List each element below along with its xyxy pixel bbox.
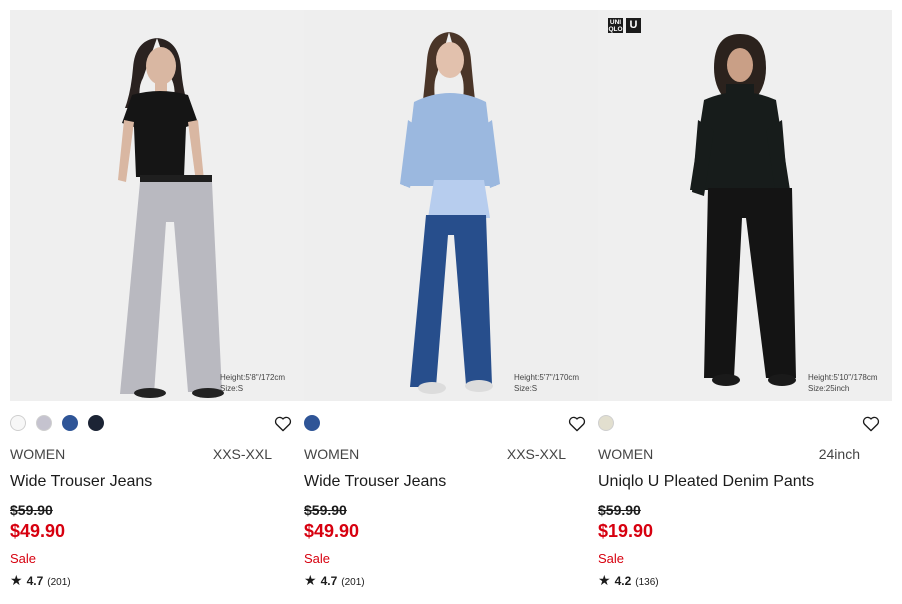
star-icon: ★	[598, 572, 611, 588]
sale-flag: Sale	[598, 551, 625, 566]
original-price: $59.90	[598, 502, 641, 518]
original-price: $59.90	[304, 502, 347, 518]
color-swatch[interactable]	[10, 415, 26, 431]
product-rating: ★ 4.7 (201)	[304, 572, 365, 589]
product-card[interactable]: UNI QLO U Height:5'10''/178cm Size:25inc…	[598, 10, 892, 604]
model-height: Height:5'8''/172cm	[220, 373, 286, 382]
color-swatch[interactable]	[88, 415, 104, 431]
product-size-range: 24inch	[818, 446, 860, 462]
color-swatches	[598, 415, 614, 431]
product-name[interactable]: Uniqlo U Pleated Denim Pants	[598, 473, 814, 491]
product-name[interactable]: Wide Trouser Jeans	[304, 473, 446, 491]
review-count: (201)	[341, 577, 365, 588]
model-height: Height:5'7''/170cm	[514, 373, 580, 382]
model-size: Size:25inch	[808, 384, 850, 393]
brand-logos: UNI QLO U	[608, 18, 641, 33]
rating-value: 4.2	[614, 574, 632, 588]
uniqlo-u-logo: U	[626, 18, 641, 33]
star-icon: ★	[10, 572, 23, 588]
product-photo[interactable]: Height:5'8''/172cm Size:S	[10, 10, 304, 401]
original-price: $59.90	[10, 502, 53, 518]
model-height: Height:5'10''/178cm	[808, 373, 878, 382]
heart-icon[interactable]	[862, 415, 880, 432]
product-photo[interactable]: UNI QLO U Height:5'10''/178cm Size:25inc…	[598, 10, 892, 401]
color-swatch[interactable]	[36, 415, 52, 431]
product-rating: ★ 4.2 (136)	[598, 572, 659, 589]
product-size-range: XXS-XXL	[506, 446, 566, 462]
model-info: Height:5'8''/172cm Size:S	[220, 372, 285, 394]
model-info: Height:5'10''/178cm Size:25inch	[808, 372, 878, 394]
review-count: (201)	[47, 577, 71, 588]
model-figure	[598, 10, 892, 401]
product-gender: WOMEN	[598, 446, 654, 462]
model-figure	[304, 10, 598, 401]
model-figure	[10, 10, 304, 401]
heart-icon[interactable]	[274, 415, 292, 432]
color-swatch[interactable]	[598, 415, 614, 431]
heart-icon[interactable]	[568, 415, 586, 432]
sale-flag: Sale	[304, 551, 331, 566]
rating-value: 4.7	[320, 574, 338, 588]
product-rating: ★ 4.7 (201)	[10, 572, 71, 589]
star-icon: ★	[304, 572, 317, 588]
product-photo[interactable]: Height:5'7''/170cm Size:S	[304, 10, 598, 401]
model-size: Size:S	[220, 384, 244, 393]
sale-flag: Sale	[10, 551, 37, 566]
color-swatches	[10, 415, 104, 431]
product-card[interactable]: Height:5'7''/170cm Size:S WOMEN XXS-XXL …	[304, 10, 598, 604]
sale-price: $49.90	[304, 521, 360, 541]
product-gender: WOMEN	[10, 446, 66, 462]
uniqlo-logo: UNI QLO	[608, 18, 623, 33]
product-card[interactable]: Height:5'8''/172cm Size:S WOMEN XXS-XXL …	[10, 10, 304, 604]
review-count: (136)	[635, 577, 659, 588]
model-info: Height:5'7''/170cm Size:S	[514, 372, 579, 394]
product-gender: WOMEN	[304, 446, 360, 462]
color-swatch[interactable]	[62, 415, 78, 431]
color-swatches	[304, 415, 320, 431]
product-size-range: XXS-XXL	[212, 446, 272, 462]
sale-price: $49.90	[10, 521, 66, 541]
color-swatch[interactable]	[304, 415, 320, 431]
sale-price: $19.90	[598, 521, 654, 541]
rating-value: 4.7	[26, 574, 44, 588]
model-size: Size:S	[514, 384, 538, 393]
product-name[interactable]: Wide Trouser Jeans	[10, 473, 152, 491]
